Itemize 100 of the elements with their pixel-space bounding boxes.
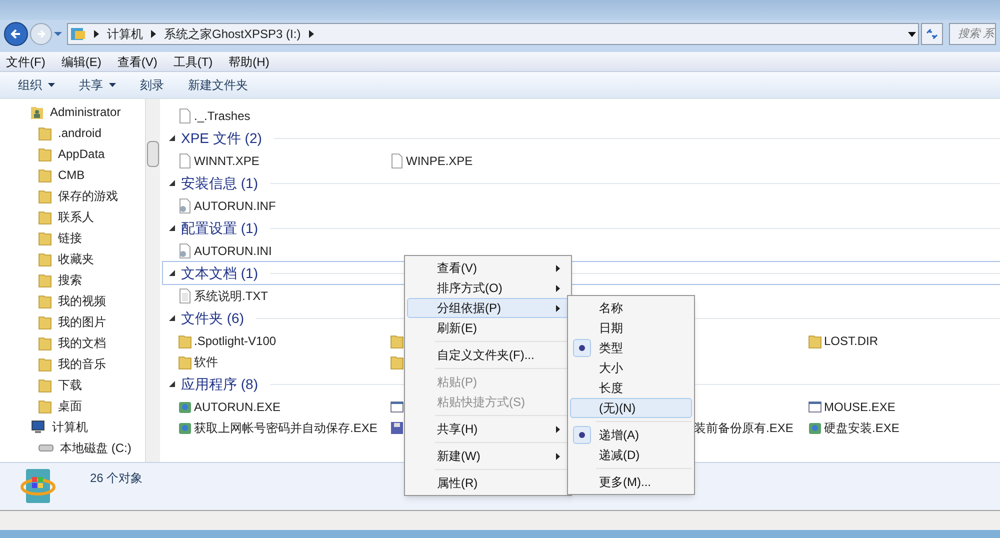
file-name[interactable]: AUTORUN.INI bbox=[194, 242, 272, 260]
back-button[interactable] bbox=[4, 22, 28, 46]
file-name[interactable]: 装前备份原有.EXE bbox=[694, 418, 794, 436]
tree-item[interactable]: 下载 bbox=[0, 374, 145, 395]
breadcrumb-item[interactable]: 系统之家GhostXPSP3 (I:) bbox=[164, 25, 301, 43]
folder-icon bbox=[38, 124, 52, 140]
toolbar-button[interactable]: 共享 bbox=[71, 74, 124, 96]
toolbar-button[interactable]: 刻录 bbox=[132, 74, 172, 96]
tree-item[interactable]: 计算机 bbox=[0, 416, 145, 437]
group-header[interactable]: 安装信息 (1) bbox=[162, 171, 1000, 195]
breadcrumb-arrow-icon[interactable] bbox=[151, 30, 156, 38]
folder-icon bbox=[38, 376, 52, 392]
folder-icon bbox=[38, 230, 52, 246]
tree-item[interactable]: 联系人 bbox=[0, 206, 145, 227]
tree-item[interactable]: 我的视频 bbox=[0, 290, 145, 311]
drive-icon bbox=[38, 442, 54, 452]
address-bar[interactable]: 计算机 系统之家GhostXPSP3 (I:) bbox=[67, 23, 919, 45]
submenu-arrow-icon bbox=[556, 304, 560, 312]
file-name[interactable]: 硬盘安装.EXE bbox=[824, 418, 900, 436]
submenu-item[interactable]: 更多(M)... bbox=[570, 472, 692, 492]
tree-item[interactable]: AppData bbox=[0, 143, 145, 164]
history-dropdown-icon[interactable] bbox=[54, 31, 62, 37]
menu-bar-item[interactable]: 查看(V) bbox=[115, 52, 160, 70]
breadcrumb-arrow-icon[interactable] bbox=[308, 30, 314, 38]
submenu-item[interactable]: 大小 bbox=[570, 358, 692, 378]
folder-icon bbox=[38, 334, 52, 350]
submenu-item[interactable]: 日期 bbox=[570, 318, 692, 338]
tree-item[interactable]: .android bbox=[0, 122, 145, 143]
tree-item[interactable]: 链接 bbox=[0, 227, 145, 248]
context-menu-item[interactable]: 新建(W) bbox=[407, 446, 569, 466]
tree-item[interactable]: 保存的游戏 bbox=[0, 185, 145, 206]
file-name[interactable]: MOUSE.EXE bbox=[824, 398, 896, 416]
submenu-item[interactable]: 递减(D) bbox=[570, 445, 692, 465]
context-menu-item[interactable]: 属性(R) bbox=[407, 473, 569, 493]
back-arrow-icon bbox=[10, 28, 22, 40]
text-file-icon bbox=[178, 288, 192, 304]
file-name[interactable]: WINPE.XPE bbox=[406, 152, 473, 170]
folder-icon bbox=[178, 332, 192, 348]
tree-item[interactable]: 搜索 bbox=[0, 269, 145, 290]
breadcrumb-arrow-icon[interactable] bbox=[94, 30, 99, 38]
file-name[interactable]: AUTORUN.EXE bbox=[194, 398, 280, 416]
scrollbar-thumb[interactable] bbox=[147, 141, 159, 167]
tree-item[interactable]: 我的音乐 bbox=[0, 353, 145, 374]
dropdown-caret-icon[interactable] bbox=[908, 32, 916, 36]
tree-item[interactable]: CMB bbox=[0, 164, 145, 185]
menu-bar-item[interactable]: 工具(T) bbox=[171, 52, 215, 70]
submenu-item[interactable]: 递增(A) bbox=[570, 425, 692, 445]
caret-icon bbox=[48, 83, 55, 87]
search-field[interactable]: 搜索 系 bbox=[949, 23, 996, 45]
tree-item[interactable]: 我的图片 bbox=[0, 311, 145, 332]
folder-icon bbox=[38, 146, 52, 162]
submenu-item[interactable]: 长度 bbox=[570, 378, 692, 398]
collapse-triangle-icon[interactable] bbox=[169, 135, 175, 141]
context-menu-item[interactable]: 自定义文件夹(F)... bbox=[407, 345, 569, 365]
tree-item[interactable]: 桌面 bbox=[0, 395, 145, 416]
file-name[interactable]: .Spotlight-V100 bbox=[194, 332, 276, 350]
scrollbar[interactable] bbox=[145, 99, 160, 462]
windows-logo-drawing bbox=[20, 467, 56, 505]
folder-icon bbox=[38, 272, 52, 288]
context-menu-item[interactable]: 刷新(E) bbox=[407, 318, 569, 338]
settings-file-icon bbox=[178, 242, 192, 258]
file-icon bbox=[178, 108, 192, 124]
submenu-item[interactable]: (无)(N) bbox=[570, 398, 692, 418]
caret-icon bbox=[109, 83, 116, 87]
folder-icon bbox=[38, 208, 52, 224]
menu-bar-item[interactable]: 编辑(E) bbox=[59, 52, 104, 70]
refresh-button[interactable] bbox=[921, 23, 943, 45]
file-name[interactable]: WINNT.XPE bbox=[194, 152, 260, 170]
file-name[interactable]: 获取上网帐号密码并自动保存.EXE bbox=[194, 418, 378, 436]
collapse-triangle-icon[interactable] bbox=[169, 180, 175, 186]
refresh-icon bbox=[926, 29, 938, 39]
menu-bar-item[interactable]: 帮助(H) bbox=[226, 52, 272, 70]
file-name[interactable]: 系统说明.TXT bbox=[194, 286, 268, 304]
file-name[interactable]: LOST.DIR bbox=[824, 332, 878, 350]
collapse-triangle-icon[interactable] bbox=[169, 381, 175, 387]
tree-item[interactable]: 我的文档 bbox=[0, 332, 145, 353]
group-header[interactable]: 配置设置 (1) bbox=[162, 216, 1000, 240]
file-name[interactable]: 软件 bbox=[194, 352, 218, 370]
folder-icon bbox=[38, 398, 52, 414]
settings-file-icon bbox=[178, 198, 192, 214]
collapse-triangle-icon[interactable] bbox=[169, 270, 175, 276]
tree-item[interactable]: 本地磁盘 (C:) bbox=[0, 437, 145, 458]
computer-icon bbox=[30, 420, 46, 434]
status-text: 26 个对象 bbox=[90, 470, 143, 487]
toolbar-button[interactable]: 组织 bbox=[10, 74, 63, 96]
collapse-triangle-icon[interactable] bbox=[169, 315, 175, 321]
collapse-triangle-icon[interactable] bbox=[169, 225, 175, 231]
context-menu-item[interactable]: 共享(H) bbox=[407, 419, 569, 439]
context-menu-item[interactable]: 分组依据(P) bbox=[407, 298, 569, 318]
toolbar-button[interactable]: 新建文件夹 bbox=[180, 74, 256, 96]
file-name[interactable]: ._.Trashes bbox=[194, 106, 250, 124]
menu-bar-item[interactable]: 文件(F) bbox=[4, 52, 48, 70]
tree-item[interactable]: Administrator bbox=[0, 101, 145, 122]
context-menu-item[interactable]: 查看(V) bbox=[407, 258, 569, 278]
tree-item[interactable]: 收藏夹 bbox=[0, 248, 145, 269]
file-name[interactable]: AUTORUN.INF bbox=[194, 196, 276, 214]
submenu-item[interactable]: 名称 bbox=[570, 298, 692, 318]
breadcrumb-item[interactable]: 计算机 bbox=[107, 25, 143, 43]
submenu-item[interactable]: 类型 bbox=[570, 338, 692, 358]
group-header[interactable]: XPE 文件 (2) bbox=[162, 126, 1000, 150]
